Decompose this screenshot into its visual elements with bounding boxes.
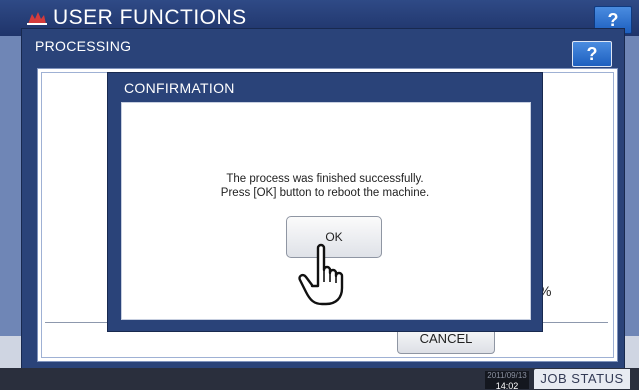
confirmation-title: CONFIRMATION [124,80,235,96]
confirmation-message-line1: The process was finished successfully. [226,173,424,185]
background-left-strip [0,36,21,340]
toshiba-logo-icon [27,12,47,25]
processing-help-button[interactable]: ? [572,41,612,67]
date-time-display: 2011/09/13 14:02 [485,371,529,391]
background-right-strip [623,36,639,340]
hand-pointer-icon [298,243,344,306]
job-status-button[interactable]: JOB STATUS [534,369,630,389]
app-title: USER FUNCTIONS [53,6,247,29]
confirmation-message-line2: Press [OK] button to reboot the machine. [220,187,430,199]
status-date: 2011/09/13 [487,371,527,380]
confirmation-message: The process was finished successfully. P… [121,172,529,200]
processing-title: PROCESSING [35,38,132,54]
